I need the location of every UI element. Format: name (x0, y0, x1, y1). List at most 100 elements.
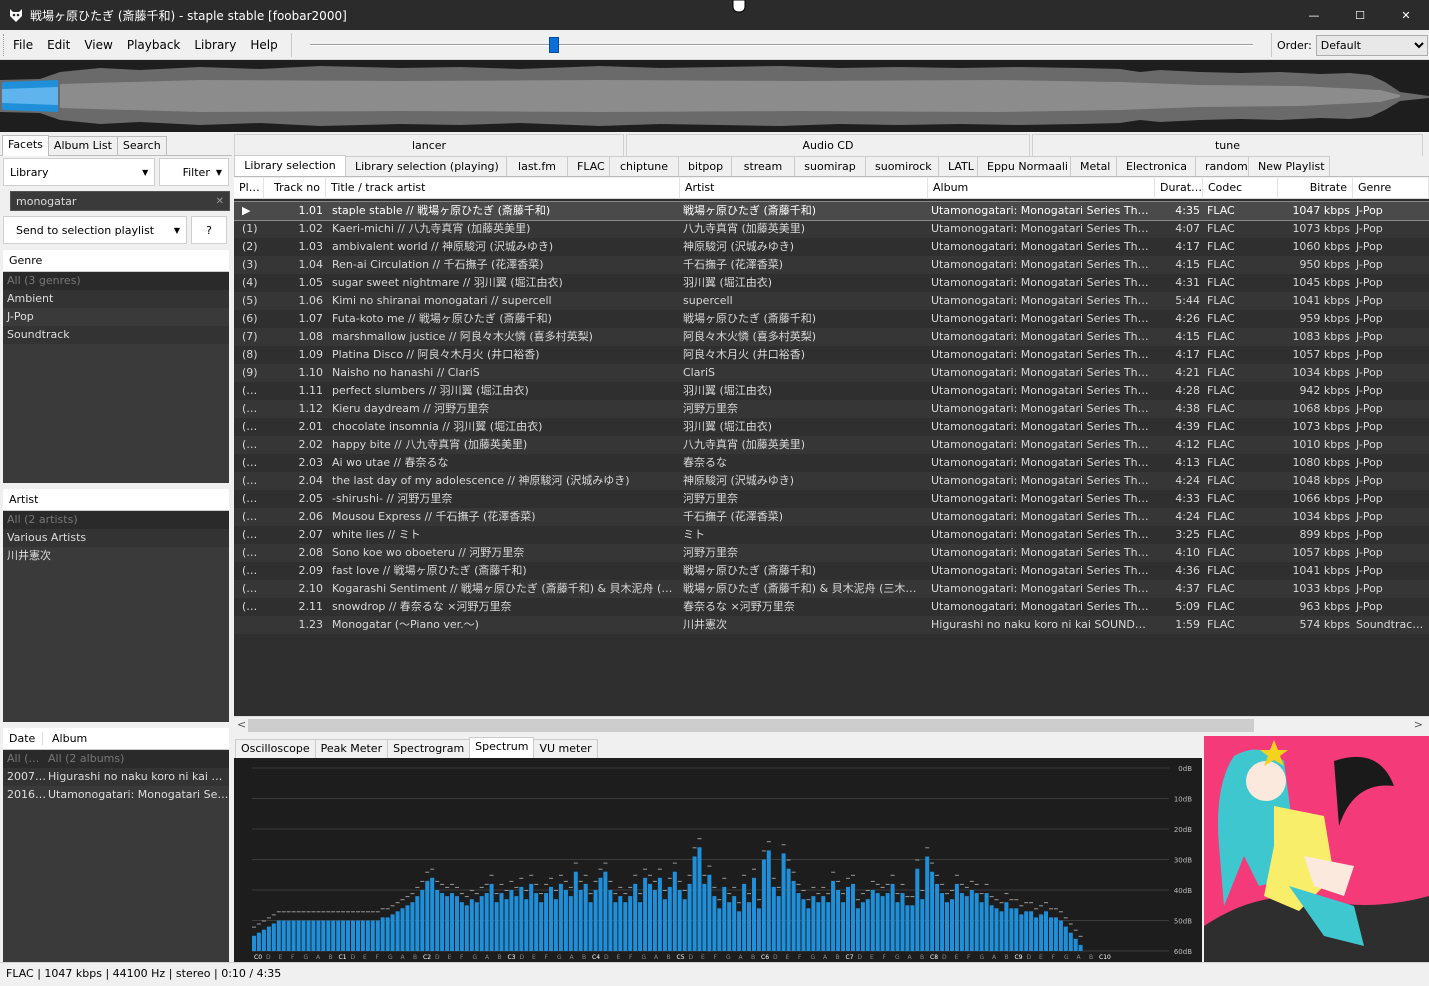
playlist-row[interactable]: (15) 2.04 the last day of my adolescence /… (234, 472, 1429, 490)
menu-library[interactable]: Library (187, 38, 243, 52)
facet-row[interactable]: Soundtrack (3, 326, 229, 344)
playlist-row[interactable]: (2) 1.03 ambivalent world // 神原駿河 (沢城みゆき) 神… (234, 238, 1429, 256)
column-artist[interactable]: Artist (680, 178, 928, 199)
facet-row[interactable]: 2016… Utamonogatari: Monogatari Se… (3, 786, 229, 804)
playlist-row[interactable]: (22) 2.11 snowdrop // 春奈るな ×河野万里奈 春奈るな ×河野万… (234, 598, 1429, 616)
menu-edit[interactable]: Edit (40, 38, 77, 52)
playlist-row[interactable]: (16) 2.05 -shirushi- // 河野万里奈 河野万里奈 Utamonog… (234, 490, 1429, 508)
column-bitrate[interactable]: Bitrate (1278, 178, 1353, 199)
playlist-view[interactable]: ▶ 1.01 staple stable // 戦場ヶ原ひたぎ (斎藤千和) 戦場ヶ原… (234, 199, 1429, 716)
album-column[interactable]: Album (43, 732, 87, 745)
playlist-tab[interactable]: random (1195, 156, 1249, 176)
close-button[interactable]: ✕ (1383, 0, 1429, 30)
playlist-tab[interactable]: Library selection (playing) (345, 156, 507, 176)
playlist-row[interactable]: (14) 2.03 Ai wo utae // 春奈るな 春奈るな Utamonogat… (234, 454, 1429, 472)
menu-view[interactable]: View (77, 38, 119, 52)
horizontal-scrollbar[interactable]: < > (234, 716, 1429, 733)
column-duration[interactable]: Durat… (1155, 178, 1203, 199)
send-to-playlist-button[interactable]: Send to selection playlist ▼ (3, 216, 187, 244)
playlist-row[interactable]: (8) 1.09 Platina Disco // 阿良々木月火 (井口裕香) 阿良々… (234, 346, 1429, 364)
facet-row[interactable]: All (… All (2 albums) (3, 750, 229, 768)
minimize-button[interactable]: — (1291, 0, 1337, 30)
playlist-tab[interactable]: Electronica (1116, 156, 1196, 176)
playlist-row[interactable]: 1.23 Monogatar (〜Piano ver.〜) 川井憲次 Higurash… (234, 616, 1429, 634)
filter-dropdown[interactable]: Filter ▼ (159, 158, 229, 186)
seek-track[interactable] (310, 44, 1253, 46)
playlist-row[interactable]: (19) 2.08 Sono koe wo oboeteru // 河野万里奈 河野万… (234, 544, 1429, 562)
column-track-no[interactable]: Track no (264, 178, 326, 199)
menu-file[interactable]: File (6, 38, 40, 52)
help-button[interactable]: ? (191, 216, 227, 244)
clear-search-icon[interactable]: ✕ (216, 196, 224, 207)
column-album[interactable]: Album (928, 178, 1155, 199)
tab-facets[interactable]: Facets (2, 135, 49, 156)
facet-row[interactable]: All (2 artists) (3, 511, 229, 529)
tab-peak-meter[interactable]: Peak Meter (314, 739, 389, 758)
playlist-tab[interactable]: suomirock (865, 156, 939, 176)
scroll-right-arrow-icon[interactable]: > (1414, 718, 1423, 731)
playlist-row[interactable]: (12) 2.01 chocolate insomnia // 羽川翼 (堀江由衣)… (234, 418, 1429, 436)
playlist-row[interactable]: (17) 2.06 Mousou Express // 千石撫子 (花澤香菜) 千石撫… (234, 508, 1429, 526)
scrollbar-thumb[interactable] (248, 719, 1254, 732)
tab-search[interactable]: Search (116, 136, 167, 155)
tab-group-tune[interactable]: tune (1032, 134, 1423, 156)
playlist-tab[interactable]: LATL (938, 156, 978, 176)
playlist-tab[interactable]: FLAC (567, 156, 610, 176)
playlist-row[interactable]: (13) 2.02 happy bite // 八九寺真宵 (加藤英美里) 八九寺真宵… (234, 436, 1429, 454)
playlist-row[interactable]: (7) 1.08 marshmallow justice // 阿良々木火憐 (喜多… (234, 328, 1429, 346)
source-dropdown[interactable]: Library ▼ (3, 158, 156, 186)
playlist-tab[interactable]: chiptune (609, 156, 679, 176)
playlist-row[interactable]: (4) 1.05 sugar sweet nightmare // 羽川翼 (堀江由… (234, 274, 1429, 292)
artist-header[interactable]: Artist (3, 489, 229, 511)
playlist-row[interactable]: (10) 1.11 perfect slumbers // 羽川翼 (堀江由衣) 羽川… (234, 382, 1429, 400)
search-input[interactable]: monogatar ✕ (10, 191, 230, 211)
tab-group-lancer[interactable]: lancer (234, 134, 624, 156)
facet-row[interactable]: 川井憲次 (3, 547, 229, 565)
facet-row[interactable]: 2007… Higurashi no naku koro ni kai … (3, 768, 229, 786)
facet-row[interactable]: J-Pop (3, 308, 229, 326)
playlist-row[interactable]: (1) 1.02 Kaeri-michi // 八九寺真宵 (加藤英美里) 八九寺真宵… (234, 220, 1429, 238)
seek-thumb[interactable] (549, 37, 559, 53)
playlist-row[interactable]: (9) 1.10 Naisho no hanashi // ClariS ClariS… (234, 364, 1429, 382)
tab-oscilloscope[interactable]: Oscilloscope (235, 739, 316, 758)
playlist-tab[interactable]: Library selection (234, 155, 346, 176)
playlist-tab[interactable]: Eppu Normaali (977, 156, 1071, 176)
column-playing[interactable]: Pl… (234, 178, 264, 199)
playlist-row[interactable]: ▶ 1.01 staple stable // 戦場ヶ原ひたぎ (斎藤千和) 戦場ヶ原… (234, 201, 1429, 221)
seek-bar[interactable] (310, 37, 1253, 53)
facet-row[interactable]: Various Artists (3, 529, 229, 547)
playlist-row[interactable]: (20) 2.09 fast love // 戦場ヶ原ひたぎ (斎藤千和) 戦場ヶ原ひ… (234, 562, 1429, 580)
playlist-tab[interactable]: New Playlist (1248, 156, 1330, 176)
menu-help[interactable]: Help (243, 38, 284, 52)
maximize-button[interactable]: ☐ (1337, 0, 1383, 30)
playlist-row[interactable]: (11) 1.12 Kieru daydream // 河野万里奈 河野万里奈 Utam… (234, 400, 1429, 418)
column-genre[interactable]: Genre (1353, 178, 1429, 199)
facet-row[interactable]: Ambient (3, 290, 229, 308)
cell-duration: 4:38 (1175, 402, 1200, 415)
tab-group-audio-cd[interactable]: Audio CD (626, 134, 1030, 156)
playlist-tab[interactable]: last.fm (506, 156, 568, 176)
playlist-row[interactable]: (5) 1.06 Kimi no shiranai monogatari // su… (234, 292, 1429, 310)
playlist-row[interactable]: (6) 1.07 Futa-koto me // 戦場ヶ原ひたぎ (斎藤千和) 戦場ヶ… (234, 310, 1429, 328)
order-select[interactable]: Default (1315, 34, 1428, 56)
playlist-row[interactable]: (3) 1.04 Ren-ai Circulation // 千石撫子 (花澤香菜)… (234, 256, 1429, 274)
genre-header[interactable]: Genre (3, 250, 229, 272)
playlist-tab[interactable]: bitpop (678, 156, 732, 176)
tab-spectrum[interactable]: Spectrum (469, 737, 535, 758)
facet-row[interactable]: All (3 genres) (3, 272, 229, 290)
tab-vu-meter[interactable]: VU meter (533, 739, 598, 758)
scroll-left-arrow-icon[interactable]: < (237, 718, 246, 731)
column-title[interactable]: Title / track artist (326, 178, 680, 199)
waveform-seekbar[interactable] (0, 60, 1429, 132)
tab-album-list[interactable]: Album List (47, 136, 118, 155)
date-column[interactable]: Date (3, 732, 43, 745)
playlist-tab[interactable]: stream (731, 156, 795, 176)
menu-playback[interactable]: Playback (120, 38, 188, 52)
playlist-row[interactable]: (21) 2.10 Kogarashi Sentiment // 戦場ヶ原ひたぎ (… (234, 580, 1429, 598)
tab-spectrogram[interactable]: Spectrogram (387, 739, 471, 758)
playlist-tab[interactable]: suomirap (794, 156, 866, 176)
column-codec[interactable]: Codec (1203, 178, 1278, 199)
playlist-tab[interactable]: Metal (1070, 156, 1117, 176)
playlist-row[interactable]: (18) 2.07 white lies // ミト ミト Utamonogatari:… (234, 526, 1429, 544)
waveform-svg[interactable] (0, 60, 1429, 132)
